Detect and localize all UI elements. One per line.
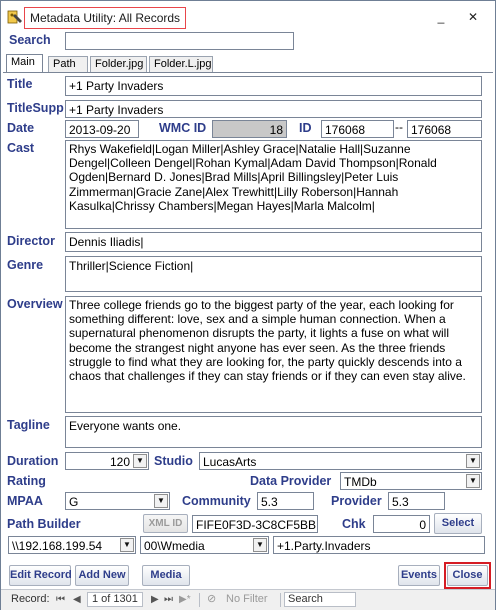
tab-divider [3, 72, 493, 73]
genre-label: Genre [7, 258, 44, 272]
title-field[interactable]: +1 Party Invaders [65, 76, 482, 96]
titlesupp-label: TitleSupp [7, 101, 64, 115]
close-icon: ✕ [467, 10, 479, 24]
studio-combo[interactable]: LucasArts ▼ [199, 452, 482, 470]
server-value: \\192.168.199.54 [12, 539, 103, 553]
events-button[interactable]: Events [398, 565, 440, 586]
duration-value: 120 [109, 455, 130, 469]
no-filter-indicator[interactable]: No Filter [226, 590, 268, 609]
share-combo[interactable]: 00\Wmedia ▼ [140, 536, 269, 554]
chevron-down-icon[interactable]: ▼ [253, 538, 267, 552]
previous-record-icon[interactable]: ◀ [73, 590, 81, 609]
search-label: Search [9, 33, 51, 47]
date-label: Date [7, 121, 35, 135]
search-input[interactable] [65, 32, 294, 50]
tab-path[interactable]: Path [48, 56, 88, 73]
separator [280, 593, 281, 607]
close-window-button[interactable]: ✕ [464, 9, 482, 25]
mpaa-combo[interactable]: G ▼ [65, 492, 170, 510]
data-provider-combo[interactable]: TMDb ▼ [340, 472, 482, 490]
tab-main[interactable]: Main [6, 54, 43, 73]
mpaa-label: MPAA [7, 494, 43, 508]
studio-value: LucasArts [203, 455, 257, 469]
app-icon [7, 10, 22, 24]
next-record-icon[interactable]: ▶ [151, 590, 159, 609]
main-window: Metadata Utility: All Records _ ✕ Search… [0, 0, 496, 610]
wmc-id-field: 18 [212, 120, 287, 138]
media-button[interactable]: Media [142, 565, 190, 586]
record-label: Record: [11, 593, 50, 605]
tagline-field[interactable]: Everyone wants one. [65, 416, 482, 448]
studio-label: Studio [154, 454, 193, 468]
tab-folder-l-jpg[interactable]: Folder.L.jpg [149, 56, 213, 73]
community-label: Community [182, 494, 251, 508]
last-record-icon[interactable]: ⏭ [164, 590, 173, 609]
chevron-down-icon[interactable]: ▼ [466, 474, 480, 488]
tab-folder-jpg[interactable]: Folder.jpg [90, 56, 147, 73]
tagline-label: Tagline [7, 418, 50, 432]
new-record-icon[interactable]: ▶* [179, 590, 191, 609]
first-record-icon[interactable]: ⏮ [56, 590, 65, 609]
wmc-id-label: WMC ID [159, 121, 207, 135]
folder-field[interactable]: +1.Party.Invaders [273, 536, 485, 554]
record-search-input[interactable]: Search [284, 592, 356, 607]
close-button[interactable]: Close [447, 565, 488, 586]
chevron-down-icon[interactable]: ▼ [466, 454, 480, 468]
id-range-dash: -- [395, 120, 403, 134]
chevron-down-icon[interactable]: ▼ [133, 454, 147, 468]
data-provider-value: TMDb [344, 475, 377, 489]
add-new-button[interactable]: Add New [75, 565, 129, 586]
overview-field[interactable]: Three college friends go to the biggest … [65, 296, 482, 413]
xml-id-button[interactable]: XML ID [143, 514, 188, 533]
id-field-2[interactable]: 176068 [407, 120, 482, 138]
provider-label: Provider [331, 494, 382, 508]
id-label: ID [299, 121, 312, 135]
id-field[interactable]: 176068 [321, 120, 394, 138]
server-combo[interactable]: \\192.168.199.54 ▼ [8, 536, 136, 554]
window-title: Metadata Utility: All Records [24, 7, 187, 29]
chevron-down-icon[interactable]: ▼ [154, 494, 168, 508]
cast-label: Cast [7, 141, 35, 155]
minimize-icon: _ [437, 10, 445, 24]
chk-label: Chk [342, 517, 366, 531]
share-value: 00\Wmedia [144, 539, 205, 553]
community-field[interactable]: 5.3 [257, 492, 314, 510]
chevron-down-icon[interactable]: ▼ [120, 538, 134, 552]
duration-combo[interactable]: 120 ▼ [65, 452, 149, 470]
duration-label: Duration [7, 454, 59, 468]
chk-field[interactable]: 0 [373, 515, 430, 533]
record-position-field[interactable]: 1 of 1301 [87, 592, 143, 607]
genre-field[interactable]: Thriller|Science Fiction| [65, 256, 482, 292]
titlesupp-field[interactable]: +1 Party Invaders [65, 100, 482, 118]
date-field[interactable]: 2013-09-20 [65, 120, 139, 138]
director-field[interactable]: Dennis Iliadis| [65, 232, 482, 252]
select-button[interactable]: Select [434, 513, 482, 534]
mpaa-value: G [69, 495, 79, 509]
data-provider-label: Data Provider [250, 474, 332, 488]
separator [199, 593, 200, 607]
title-bar: Metadata Utility: All Records _ ✕ [1, 1, 495, 31]
overview-label: Overview [7, 297, 63, 311]
path-builder-label: Path Builder [7, 517, 81, 531]
title-label: Title [7, 77, 33, 91]
record-navigation-bar: Record: ⏮ ◀ 1 of 1301 ▶ ⏭ ▶* ⊘ No Filter… [1, 589, 495, 610]
provider-field[interactable]: 5.3 [388, 492, 445, 510]
hash-field[interactable]: FIFE0F3D-3C8CF5BB [192, 515, 318, 533]
minimize-button[interactable]: _ [432, 9, 450, 25]
filter-icon: ⊘ [207, 593, 217, 605]
edit-record-button[interactable]: Edit Record [9, 565, 72, 586]
director-label: Director [7, 234, 55, 248]
cast-field[interactable]: Rhys Wakefield|Logan Miller|Ashley Grace… [65, 140, 482, 229]
rating-label: Rating [7, 474, 46, 488]
